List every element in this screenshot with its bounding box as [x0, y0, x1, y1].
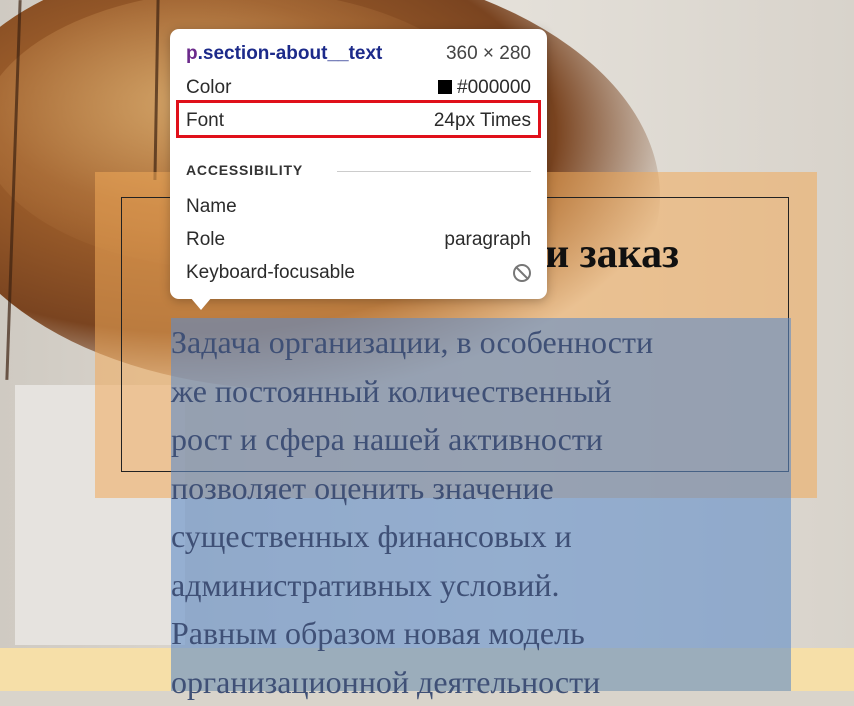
keyboard-row: Keyboard-focusable	[186, 262, 531, 284]
name-row: Name	[186, 196, 531, 218]
element-dimensions: 360 × 280	[446, 43, 531, 65]
tooltip-header: p.section-about__text 360 × 280	[186, 43, 531, 65]
paragraph-line: позволяет оценить значение	[171, 464, 791, 513]
paragraph-line: же постоянный количественный	[171, 367, 791, 416]
paragraph-line: рост и сфера нашей активности	[171, 415, 791, 464]
element-selector: p.section-about__text	[186, 43, 382, 65]
color-swatch	[438, 80, 452, 94]
paragraph-line: административных условий.	[171, 561, 791, 610]
accessibility-title: ACCESSIBILITY	[186, 162, 303, 178]
paragraph-line: организационной деятельности	[171, 658, 791, 706]
color-row: Color #000000	[186, 77, 531, 99]
role-value: paragraph	[444, 229, 531, 251]
paragraph-line: Задача организации, в особенности	[171, 318, 791, 367]
tooltip-arrow	[190, 297, 212, 310]
section-divider	[337, 171, 531, 172]
not-allowed-icon	[513, 264, 531, 282]
keyboard-label: Keyboard-focusable	[186, 262, 355, 284]
selector-class: .section-about__text	[198, 43, 383, 64]
font-label: Font	[186, 110, 224, 132]
paragraph-line: существенных финансовых и	[171, 512, 791, 561]
role-row: Role paragraph	[186, 229, 531, 251]
section-about-text[interactable]: Задача организации, в особенности же пос…	[171, 318, 791, 706]
font-value: 24px Times	[434, 110, 531, 132]
color-value: #000000	[457, 77, 531, 98]
selector-tag: p	[186, 43, 198, 64]
color-label: Color	[186, 77, 231, 99]
section-heading: и заказ	[545, 230, 775, 278]
role-label: Role	[186, 229, 225, 251]
inspector-tooltip: p.section-about__text 360 × 280 Color #0…	[170, 29, 547, 299]
paragraph-line: Равным образом новая модель	[171, 609, 791, 658]
name-label: Name	[186, 196, 237, 218]
font-row: Font 24px Times	[186, 110, 531, 132]
